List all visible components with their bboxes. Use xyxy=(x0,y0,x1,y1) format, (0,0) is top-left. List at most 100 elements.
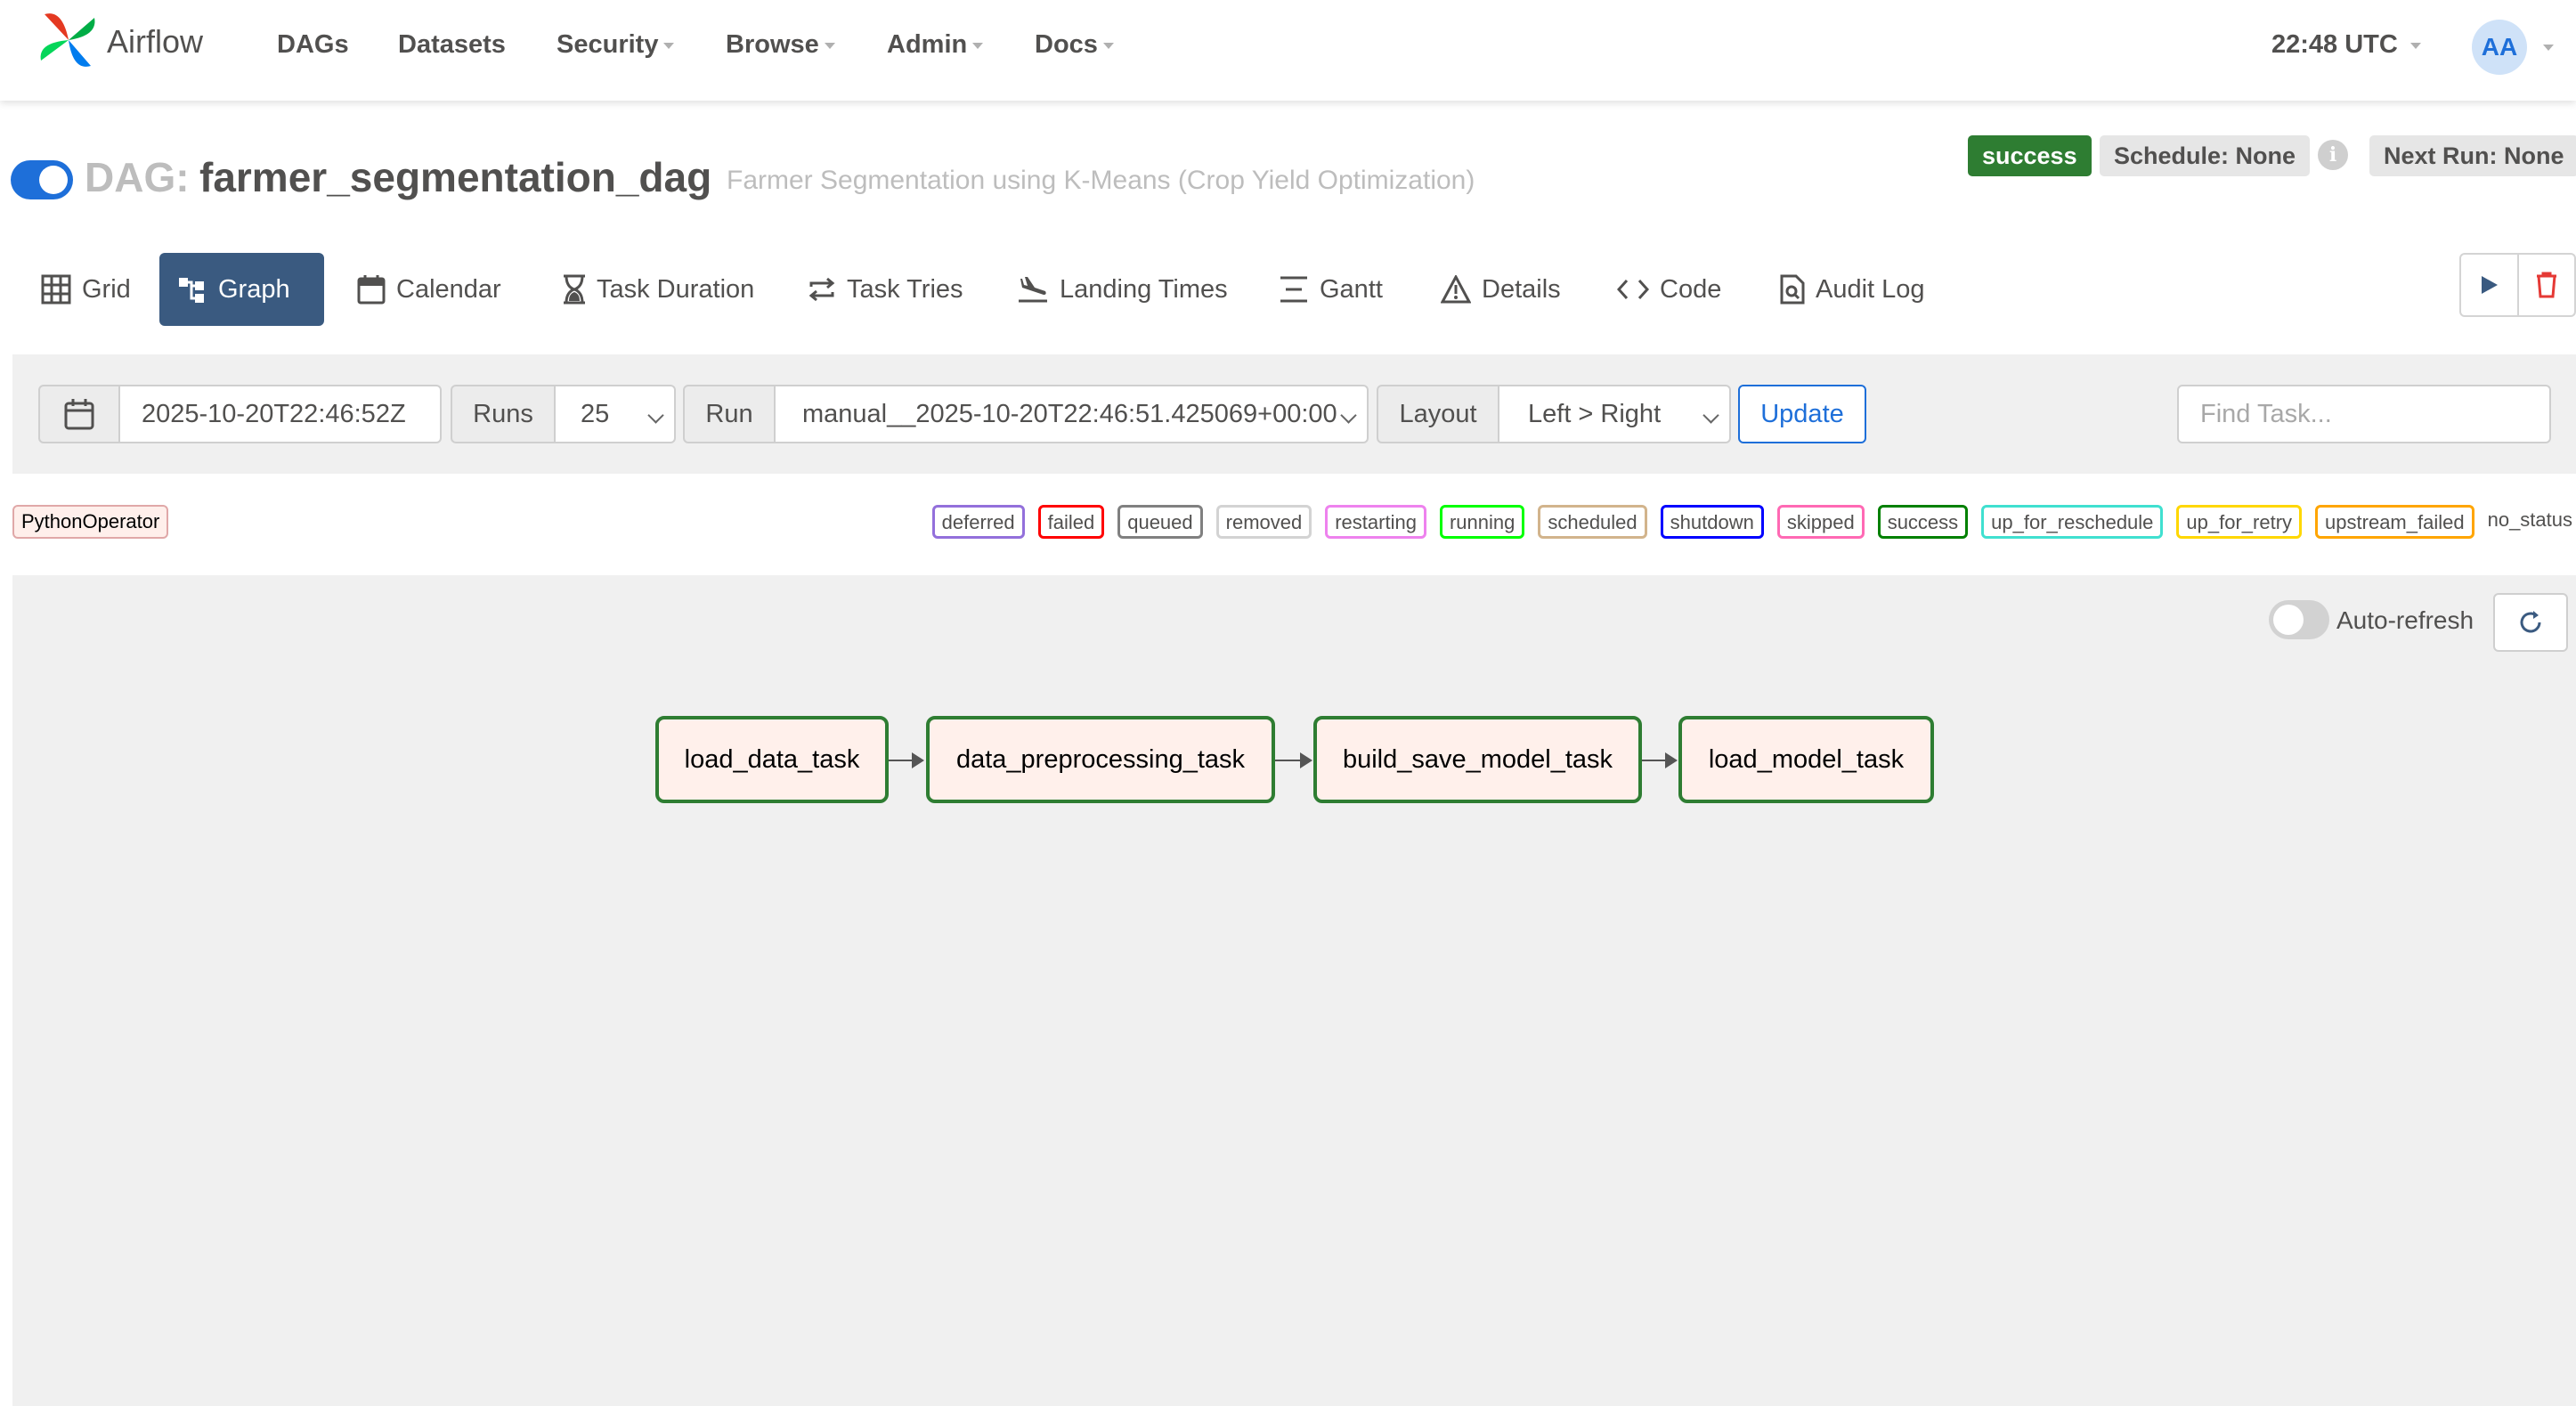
legend-item-running[interactable]: running xyxy=(1439,505,1525,539)
landing-icon xyxy=(1019,277,1047,303)
chevron-down-icon xyxy=(2409,42,2421,49)
arrow-icon xyxy=(912,752,924,768)
dag-prefix: DAG: xyxy=(85,154,190,200)
legend-item-shutdown[interactable]: shutdown xyxy=(1660,505,1764,539)
graph-canvas[interactable] xyxy=(12,575,2576,1406)
tab-calendar-label: Calendar xyxy=(396,275,501,304)
tab-task-tries[interactable]: Task Tries xyxy=(790,253,981,326)
legend-item-failed[interactable]: failed xyxy=(1037,505,1105,539)
legend-item-up-for-retry[interactable]: up_for_retry xyxy=(2176,505,2303,539)
task-node[interactable]: load_data_task xyxy=(655,716,889,803)
tab-audit-log[interactable]: Audit Log xyxy=(1762,253,1943,326)
base-date-input[interactable]: 2025-10-20T22:46:52Z xyxy=(118,385,442,443)
legend-item-queued[interactable]: queued xyxy=(1117,505,1203,539)
tab-graph[interactable]: Graph xyxy=(159,253,324,326)
tab-graph-label: Graph xyxy=(218,275,290,304)
nav-browse[interactable]: Browse xyxy=(726,30,835,60)
runs-label: Runs xyxy=(451,385,556,443)
legend-item-restarting[interactable]: restarting xyxy=(1325,505,1426,539)
nav-browse-label: Browse xyxy=(726,30,819,59)
nav-security-label: Security xyxy=(557,30,659,59)
find-task-input[interactable]: Find Task... xyxy=(2177,385,2551,443)
nav-admin-label: Admin xyxy=(887,30,968,59)
run-label: Run xyxy=(683,385,776,443)
operator-chip-python[interactable]: PythonOperator xyxy=(12,505,169,539)
tab-task-tries-label: Task Tries xyxy=(847,275,963,304)
tab-landing-times-label: Landing Times xyxy=(1060,275,1228,304)
layout-select[interactable]: Left > Right xyxy=(1498,385,1731,443)
chevron-down-icon[interactable] xyxy=(2543,45,2554,51)
dependency-edge xyxy=(889,760,912,761)
tab-task-duration[interactable]: Task Duration xyxy=(545,253,772,326)
tab-gantt[interactable]: Gantt xyxy=(1261,253,1401,326)
utc-clock[interactable]: 22:48 UTC xyxy=(2271,30,2421,60)
airflow-logo-icon[interactable] xyxy=(36,7,102,73)
delete-dag-button[interactable] xyxy=(2517,255,2574,315)
tab-code[interactable]: Code xyxy=(1599,253,1739,326)
nav-datasets[interactable]: Datasets xyxy=(398,30,506,60)
audit-log-icon xyxy=(1780,274,1805,305)
dependency-edge xyxy=(1275,760,1300,761)
calendar-picker-button[interactable] xyxy=(38,385,120,443)
task-node[interactable]: load_model_task xyxy=(1678,716,1934,803)
legend-item-scheduled[interactable]: scheduled xyxy=(1538,505,1647,539)
tab-details[interactable]: Details xyxy=(1423,253,1579,326)
chevron-down-icon xyxy=(1102,42,1114,49)
hourglass-icon xyxy=(564,274,585,305)
runs-select[interactable]: 25 xyxy=(554,385,676,443)
tab-landing-times[interactable]: Landing Times xyxy=(999,253,1246,326)
legend-item-removed[interactable]: removed xyxy=(1215,505,1312,539)
clock-label: 22:48 UTC xyxy=(2271,30,2398,59)
legend-item-up-for-reschedule[interactable]: up_for_reschedule xyxy=(1981,505,2164,539)
chevron-down-icon xyxy=(824,42,835,49)
user-avatar[interactable]: AA xyxy=(2472,20,2527,75)
tab-calendar[interactable]: Calendar xyxy=(339,253,519,326)
tab-details-label: Details xyxy=(1482,275,1561,304)
auto-refresh-toggle[interactable] xyxy=(2269,600,2329,639)
legend-item-upstream-failed[interactable]: upstream_failed xyxy=(2315,505,2474,539)
logo-text[interactable]: Airflow xyxy=(107,23,203,61)
dag-description: Farmer Segmentation using K-Means (Crop … xyxy=(727,166,1475,195)
layout-label: Layout xyxy=(1377,385,1499,443)
update-button[interactable]: Update xyxy=(1738,385,1866,443)
nav-dags[interactable]: DAGs xyxy=(277,30,349,60)
nav-admin[interactable]: Admin xyxy=(887,30,984,60)
warning-triangle-icon xyxy=(1441,275,1471,304)
play-icon xyxy=(2481,276,2498,294)
tab-audit-log-label: Audit Log xyxy=(1816,275,1925,304)
run-select-value: manual__2025-10-20T22:46:51.425069+00:00 xyxy=(802,399,1337,428)
dag-status-badge[interactable]: success xyxy=(1968,135,2092,176)
legend-item-success[interactable]: success xyxy=(1877,505,1969,539)
calendar-icon xyxy=(357,275,386,305)
nav-security[interactable]: Security xyxy=(557,30,675,60)
legend-item-deferred[interactable]: deferred xyxy=(931,505,1025,539)
task-node[interactable]: build_save_model_task xyxy=(1313,716,1642,803)
base-date-value: 2025-10-20T22:46:52Z xyxy=(142,399,406,428)
state-legend: deferred failed queued removed restarting run… xyxy=(931,505,2572,539)
arrow-icon xyxy=(1665,752,1678,768)
run-select[interactable]: manual__2025-10-20T22:46:51.425069+00:00 xyxy=(774,385,1369,443)
retry-icon xyxy=(809,277,835,302)
tab-task-duration-label: Task Duration xyxy=(597,275,755,304)
legend-item-skipped[interactable]: skipped xyxy=(1776,505,1865,539)
chevron-down-icon xyxy=(663,42,675,49)
trash-icon xyxy=(2537,272,2557,298)
graph-icon xyxy=(179,278,204,303)
legend-item-no-status[interactable]: no_status xyxy=(2487,505,2572,539)
gantt-icon xyxy=(1280,276,1307,303)
dag-pause-toggle[interactable] xyxy=(11,160,73,199)
dag-actions xyxy=(2459,253,2576,317)
refresh-button[interactable] xyxy=(2493,593,2568,652)
runs-select-value: 25 xyxy=(581,399,610,428)
tab-grid[interactable]: Grid xyxy=(23,253,149,326)
info-icon[interactable]: i xyxy=(2318,140,2348,170)
arrow-icon xyxy=(1300,752,1312,768)
code-icon xyxy=(1617,279,1649,300)
chevron-down-icon xyxy=(972,42,984,49)
nav-docs[interactable]: Docs xyxy=(1035,30,1114,60)
next-run-badge: Next Run: None xyxy=(2369,135,2576,176)
refresh-icon xyxy=(2520,611,2541,633)
task-node[interactable]: data_preprocessing_task xyxy=(926,716,1275,803)
top-navbar: Airflow DAGs Datasets Security Browse Ad… xyxy=(0,0,2576,101)
trigger-dag-button[interactable] xyxy=(2461,255,2517,315)
